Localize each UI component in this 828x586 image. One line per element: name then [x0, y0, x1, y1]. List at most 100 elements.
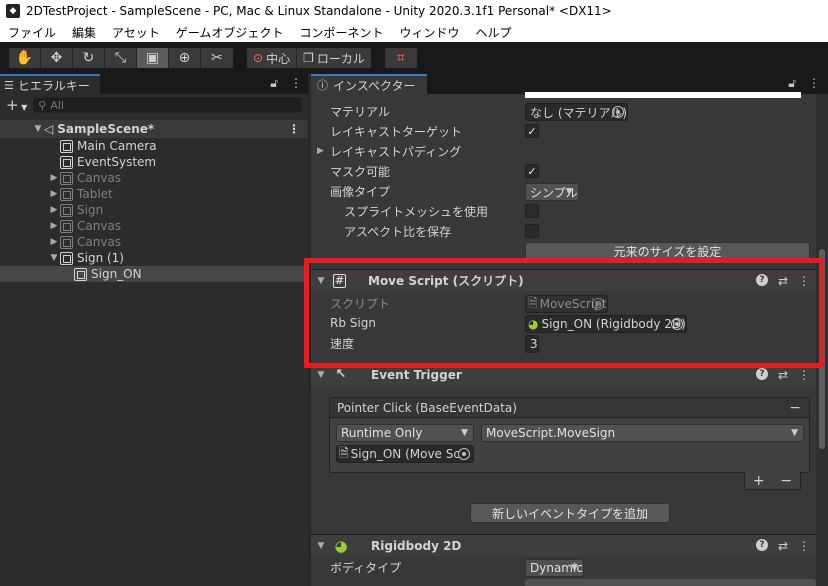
list-item[interactable]: ▼ Sign (1) — [0, 250, 308, 266]
fold-arrow-icon[interactable]: ▶ — [48, 237, 60, 247]
object-picker-icon[interactable] — [670, 318, 683, 330]
remove-event-button[interactable]: − — [789, 400, 801, 416]
preset-icon[interactable]: ⇄ — [778, 274, 788, 288]
rb-sign-field[interactable]: ◕ Sign_ON (Rigidbody 2D) — [525, 315, 687, 333]
lock-icon[interactable]: 🔓︎ — [788, 76, 796, 91]
body-type-dropdown[interactable]: Dynamic ▼ — [525, 559, 584, 577]
help-icon[interactable]: ? — [755, 367, 768, 380]
rigidbody-header[interactable]: ▼ ◕ Rigidbody 2D ? ⇄ ⋮ — [311, 534, 816, 556]
chevron-down-icon: ▼ — [461, 428, 468, 438]
speed-row: 速度 3 — [311, 333, 816, 353]
target-value: Sign_ON (Move Sc — [350, 447, 460, 461]
raycast-target-checkbox[interactable]: ✓ — [525, 124, 539, 138]
more-menu-icon[interactable]: ⋮ — [798, 539, 810, 553]
fold-arrow-icon[interactable]: ▶ — [48, 205, 60, 215]
list-item[interactable]: ▶ Tablet — [0, 186, 308, 202]
tab-inspector[interactable]: ⓘ インスペクター — [311, 74, 428, 94]
scale-tool-icon[interactable]: ⤡ — [105, 48, 137, 68]
scene-name: SampleScene* — [57, 122, 155, 136]
add-event-type-button[interactable]: 新しいイベントタイプを追加 — [470, 503, 670, 523]
script-icon: # — [333, 273, 346, 288]
script-field: 🗎 MoveScript — [525, 295, 608, 313]
fold-arrow-icon[interactable]: ▼ — [48, 253, 60, 263]
list-item[interactable]: ▶ Canvas — [0, 234, 308, 250]
transform-tool-icon[interactable]: ⊕ — [169, 48, 201, 68]
space-local-toggle[interactable]: ❒ ローカル — [297, 48, 371, 68]
image-type-dropdown[interactable]: シンプル ▼ — [525, 183, 579, 201]
fold-arrow-icon[interactable]: ▶ — [48, 221, 60, 231]
hand-tool-icon[interactable]: ✋ — [9, 48, 41, 68]
speed-input[interactable]: 3 — [525, 335, 539, 353]
fold-arrow-icon[interactable]: ▶ — [48, 173, 60, 183]
preset-icon[interactable]: ⇄ — [778, 368, 788, 382]
lock-icon[interactable]: 🔓︎ — [270, 76, 278, 91]
raycast-padding-row[interactable]: ▶ レイキャストパディング — [311, 141, 816, 161]
more-menu-icon[interactable]: ⋮ — [808, 76, 820, 91]
fold-arrow-icon[interactable]: ▶ — [317, 146, 324, 156]
more-menu-icon[interactable]: ⋮ — [798, 368, 810, 382]
rb-sign-label: Rb Sign — [330, 316, 376, 330]
maskable-row: マスク可能 ✓ — [311, 161, 816, 181]
color-field[interactable] — [525, 92, 801, 98]
event-trigger-header[interactable]: ▼ ↖ Event Trigger ? ⇄ ⋮ — [311, 363, 816, 385]
object-picker-icon[interactable] — [458, 448, 470, 460]
pivot-center-toggle[interactable]: ⊙ 中心 — [247, 48, 298, 68]
preset-icon[interactable]: ⇄ — [778, 539, 788, 553]
runtime-dropdown[interactable]: Runtime Only ▼ — [336, 424, 474, 442]
scene-row[interactable]: ▼ ◁ SampleScene* ⋮ — [0, 120, 308, 138]
menu-help[interactable]: ヘルプ — [467, 24, 519, 41]
fold-arrow-icon[interactable]: ▶ — [48, 189, 60, 199]
object-picker-icon[interactable] — [612, 106, 625, 118]
inspector-tabbar: ⓘ インスペクター 🔓︎ ⋮ — [311, 74, 828, 94]
gameobject-icon — [60, 203, 73, 217]
scrollbar-thumb[interactable] — [819, 249, 825, 449]
menu-file[interactable]: ファイル — [0, 24, 64, 41]
maskable-checkbox[interactable]: ✓ — [525, 164, 539, 178]
list-item[interactable]: Main Camera — [0, 138, 308, 154]
set-native-size-label: 元来のサイズを設定 — [613, 244, 722, 259]
menu-gameobject[interactable]: ゲームオブジェクト — [168, 24, 292, 41]
list-item[interactable]: EventSystem — [0, 154, 308, 170]
help-icon[interactable]: ? — [755, 273, 768, 286]
list-item-label: Canvas — [77, 171, 122, 185]
list-item[interactable]: Sign_ON — [0, 266, 308, 282]
inspector-scrollbar[interactable] — [816, 94, 828, 586]
fold-arrow-icon[interactable]: ▼ — [315, 541, 327, 551]
material-dropdown-partial[interactable] — [525, 579, 816, 586]
scene-more-icon[interactable]: ⋮ — [288, 122, 300, 136]
add-listener-button[interactable]: + — [753, 473, 765, 489]
fold-arrow-icon[interactable]: ▼ — [315, 370, 327, 380]
menu-component[interactable]: コンポーネント — [291, 24, 391, 41]
move-script-header[interactable]: ▼ # Move Script (スクリプト) ? ⇄ ⋮ — [311, 269, 816, 291]
remove-listener-button[interactable]: − — [780, 473, 792, 489]
hierarchy-search-input[interactable]: ⚲ All — [33, 97, 302, 113]
list-item[interactable]: ▶ Canvas — [0, 170, 308, 186]
component-header-icons: ? ⇄ ⋮ — [755, 367, 810, 382]
list-item[interactable]: ▶ Sign — [0, 202, 308, 218]
list-item-label: EventSystem — [77, 155, 157, 169]
add-object-button[interactable]: + ▼ — [6, 96, 27, 114]
list-item[interactable]: ▶ Canvas — [0, 218, 308, 234]
use-sprite-mesh-checkbox[interactable] — [525, 204, 539, 218]
preserve-aspect-checkbox[interactable] — [525, 224, 539, 238]
menu-assets[interactable]: アセット — [104, 24, 168, 41]
fold-arrow-icon[interactable]: ▼ — [315, 276, 327, 286]
more-menu-icon[interactable]: ⋮ — [798, 274, 810, 288]
space-label: ローカル — [316, 51, 365, 66]
custom-tool-icon[interactable]: ✂ — [201, 48, 233, 68]
move-tool-icon[interactable]: ✥ — [41, 48, 73, 68]
grid-snap-icon[interactable]: ⌗ — [385, 48, 417, 68]
material-field[interactable]: なし (マテリアル) — [525, 103, 629, 121]
set-native-size-button[interactable]: 元来のサイズを設定 — [525, 242, 810, 260]
target-object-field[interactable]: 🗎 Sign_ON (Move Sc — [336, 445, 474, 463]
fold-arrow-icon[interactable]: ▼ — [32, 124, 44, 134]
rect-tool-icon[interactable]: ▣ — [137, 48, 169, 68]
script-file-icon: 🗎 — [528, 295, 538, 310]
more-menu-icon[interactable]: ⋮ — [290, 76, 302, 91]
rotate-tool-icon[interactable]: ↻ — [73, 48, 105, 68]
menu-window[interactable]: ウィンドウ — [391, 24, 467, 41]
help-icon[interactable]: ? — [755, 538, 768, 551]
menu-edit[interactable]: 編集 — [64, 24, 104, 41]
function-dropdown[interactable]: MoveScript.MoveSign ▼ — [481, 424, 804, 442]
tab-hierarchy[interactable]: ☰ ヒエラルキー — [0, 74, 100, 94]
